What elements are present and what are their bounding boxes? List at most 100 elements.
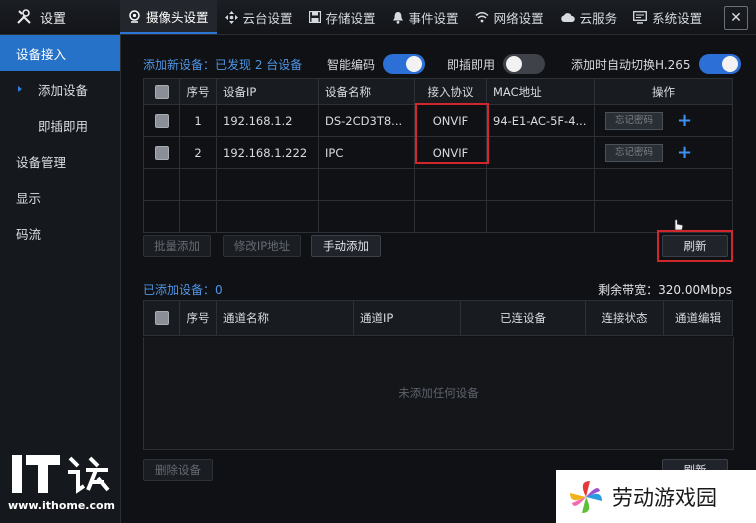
pinwheel-logo-icon xyxy=(570,480,602,513)
sidebar-item-display[interactable]: 显示 xyxy=(0,179,120,215)
row-actions: 忘记密码 + xyxy=(594,104,733,137)
forgot-password-button[interactable]: 忘记密码 xyxy=(605,143,663,162)
selected-arrow-icon xyxy=(18,86,22,92)
add-plus-icon[interactable]: + xyxy=(677,142,692,163)
row-actions: 忘记密码 + xyxy=(594,136,733,169)
cloud-icon xyxy=(560,12,575,22)
sidebar-item-plug-play[interactable]: 即插即用 xyxy=(0,107,120,143)
site-watermark: 劳动游戏园 xyxy=(556,470,756,523)
empty-row xyxy=(143,168,733,201)
sidebar-item-label: 添加设备 xyxy=(38,82,89,98)
sidebar-item-label: 码流 xyxy=(16,226,42,242)
column-header: 操作 xyxy=(594,78,733,105)
row-checkbox[interactable] xyxy=(154,113,169,128)
row-ip: 192.168.1.222 xyxy=(216,136,319,169)
empty-cell xyxy=(143,200,180,233)
smart-encode-toggle[interactable] xyxy=(383,54,426,74)
delete-device-button[interactable]: 删除设备 xyxy=(143,459,213,481)
tab-camera[interactable]: 摄像头设置 xyxy=(120,0,217,34)
row-checkbox-cell[interactable] xyxy=(143,136,180,169)
floppy-icon xyxy=(308,11,321,23)
tab-ptz[interactable]: 云台设置 xyxy=(217,0,301,34)
app-title: 设置 xyxy=(40,11,67,27)
camera-icon xyxy=(129,9,140,23)
empty-message: 未添加任何设备 xyxy=(398,386,479,400)
row-name: IPC xyxy=(318,136,415,169)
tab-network[interactable]: 网络设置 xyxy=(467,0,552,34)
empty-cell xyxy=(318,200,415,233)
added-devices-table: 序号 通道名称 通道IP 已连设备 连接状态 通道编辑 xyxy=(143,300,733,336)
column-header: 已连设备 xyxy=(460,300,586,336)
column-header: 连接状态 xyxy=(585,300,664,336)
empty-cell xyxy=(179,200,217,233)
table-header-row: 序号 设备IP 设备名称 接入协议 MAC地址 操作 xyxy=(143,78,733,105)
ptz-icon xyxy=(224,10,238,24)
tab-storage-label: 存储设置 xyxy=(325,10,376,26)
sidebar-item-device-manage[interactable]: 设备管理 xyxy=(0,143,120,179)
column-header: 序号 xyxy=(179,78,217,105)
empty-list-message: 未添加任何设备 xyxy=(143,337,734,450)
monitor-icon xyxy=(633,10,648,24)
empty-cell xyxy=(414,168,487,201)
manual-add-button[interactable]: 手动添加 xyxy=(311,235,381,257)
close-button[interactable]: ✕ xyxy=(724,6,748,30)
select-all-checkbox[interactable] xyxy=(154,84,169,99)
tab-cloud-label: 云服务 xyxy=(579,10,618,26)
row-ip: 192.168.1.2 xyxy=(216,104,319,137)
tab-event[interactable]: 事件设置 xyxy=(384,0,467,34)
toggle-knob xyxy=(406,56,423,72)
sidebar-item-device-access[interactable]: 设备接入 xyxy=(0,35,120,71)
bell-icon xyxy=(392,11,403,24)
main-tabs: 摄像头设置 云台设置 存储设置 事件设置 网络设置 云服务 系统设置 xyxy=(120,0,710,34)
empty-cell xyxy=(486,200,595,233)
sidebar-item-label: 设备管理 xyxy=(16,154,67,170)
row-index: 1 xyxy=(179,104,217,137)
column-header: 接入协议 xyxy=(414,78,487,105)
empty-cell xyxy=(143,168,180,201)
select-all-checkbox[interactable] xyxy=(154,311,169,326)
forgot-password-button[interactable]: 忘记密码 xyxy=(605,111,663,130)
column-header: 序号 xyxy=(179,300,217,336)
modify-ip-button[interactable]: 修改IP地址 xyxy=(223,235,301,257)
add-plus-icon[interactable]: + xyxy=(677,110,692,131)
added-devices-title: 已添加设备：0 xyxy=(143,283,223,297)
plug-play-toggle[interactable] xyxy=(503,54,546,74)
empty-cell xyxy=(486,168,595,201)
tab-system-label: 系统设置 xyxy=(652,10,703,26)
tab-cloud[interactable]: 云服务 xyxy=(552,0,626,34)
tab-ptz-label: 云台设置 xyxy=(242,10,293,26)
select-all-cell[interactable] xyxy=(143,300,180,336)
empty-cell xyxy=(414,200,487,233)
column-header: 设备IP xyxy=(216,78,319,105)
select-all-cell[interactable] xyxy=(143,78,180,105)
empty-cell xyxy=(318,168,415,201)
sidebar-item-stream[interactable]: 码流 xyxy=(0,215,120,251)
column-header: 通道名称 xyxy=(216,300,354,336)
toggle-knob xyxy=(506,56,523,72)
main-panel: 添加新设备：已发现 2 台设备 智能编码 即插即用 添加时自动切换H.265 序… xyxy=(121,35,756,523)
row-name: DS-2CD3T8... xyxy=(318,104,415,137)
watermark-text: 劳动游戏园 xyxy=(612,485,717,510)
column-header: MAC地址 xyxy=(486,78,595,105)
column-header: 设备名称 xyxy=(318,78,415,105)
refresh-highlight-box xyxy=(657,230,733,262)
ithome-url: www.ithome.com xyxy=(8,499,116,512)
tab-event-label: 事件设置 xyxy=(408,10,459,26)
found-devices-label: 添加新设备：已发现 2 台设备 xyxy=(143,57,303,72)
row-mac: 94-E1-AC-5F-4... xyxy=(486,104,595,137)
batch-add-button[interactable]: 批量添加 xyxy=(143,235,211,257)
row-checkbox[interactable] xyxy=(154,145,169,160)
row-mac xyxy=(486,136,595,169)
remaining-bandwidth: 剩余带宽：320.00Mbps xyxy=(598,283,732,297)
top-bar: 设置 摄像头设置 云台设置 存储设置 事件设置 网络设置 云服务 系统设置 ✕ xyxy=(0,0,756,35)
auto-h265-toggle[interactable] xyxy=(698,54,741,74)
toggle-knob xyxy=(721,56,738,72)
sidebar-item-label: 即插即用 xyxy=(38,118,89,134)
row-checkbox-cell[interactable] xyxy=(143,104,180,137)
empty-cell xyxy=(594,168,733,201)
empty-cell xyxy=(179,168,217,201)
sidebar-item-add-device[interactable]: 添加设备 xyxy=(0,71,120,107)
tab-storage[interactable]: 存储设置 xyxy=(301,0,384,34)
tab-system[interactable]: 系统设置 xyxy=(625,0,710,34)
row-index: 2 xyxy=(179,136,217,169)
